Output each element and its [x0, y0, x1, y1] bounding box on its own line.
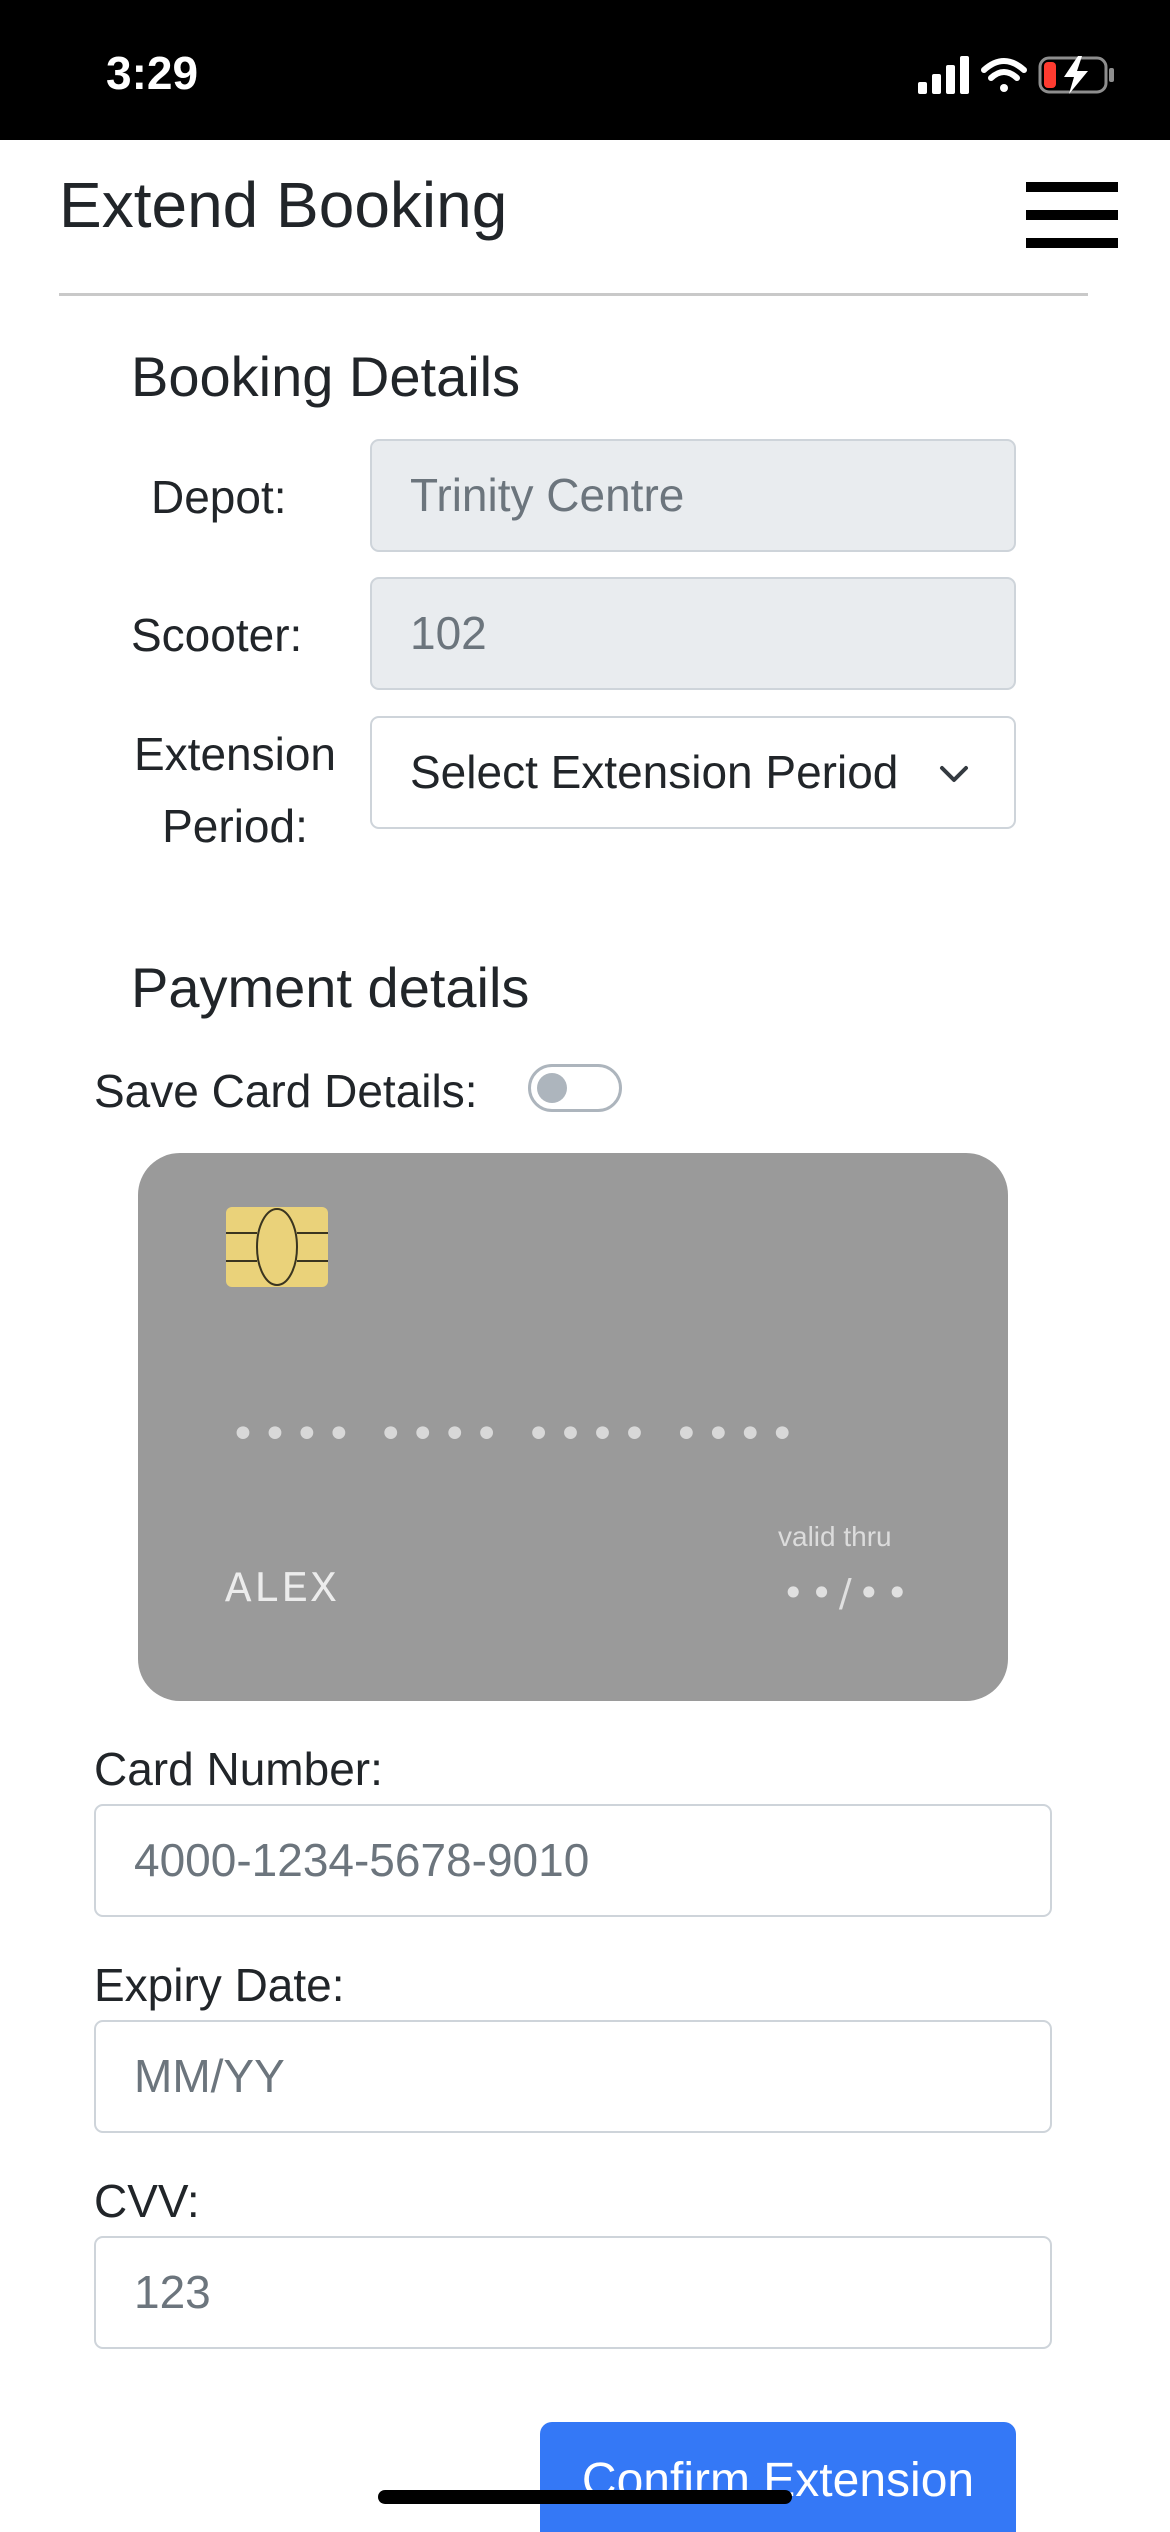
hamburger-bar — [1026, 238, 1118, 248]
home-indicator — [378, 2490, 792, 2504]
scooter-field: 102 — [370, 577, 1016, 690]
hamburger-bar — [1026, 182, 1118, 192]
status-bar: 3:29 — [0, 0, 1170, 140]
hamburger-bar — [1026, 210, 1118, 220]
cvv-placeholder: 123 — [134, 2266, 211, 2318]
hamburger-menu-icon[interactable] — [1026, 182, 1118, 248]
confirm-extension-button[interactable]: Confirm Extension — [540, 2422, 1016, 2532]
card-number-label: Card Number: — [94, 1743, 383, 1795]
payment-details-title: Payment details — [131, 956, 530, 1019]
card-number-mask: •••• •••• •••• •••• — [230, 1409, 802, 1460]
expiry-date-input[interactable]: MM/YY — [94, 2020, 1052, 2133]
toggle-knob — [537, 1073, 567, 1103]
status-icons — [918, 56, 1114, 94]
wifi-icon — [981, 58, 1027, 92]
cvv-label: CVV: — [94, 2175, 200, 2227]
card-chip-icon — [226, 1207, 328, 1287]
depot-label: Depot: — [151, 471, 287, 523]
card-holder-name: ALEX — [225, 1565, 339, 1615]
expiry-date-label: Expiry Date: — [94, 1959, 345, 2011]
extension-period-label-line1: Extension — [133, 728, 336, 780]
battery-charging-icon — [1038, 56, 1114, 94]
signal-icon — [918, 56, 969, 94]
extension-period-select[interactable]: Select Extension Period — [370, 716, 1016, 829]
extension-period-label-line2: Period: — [162, 800, 308, 852]
credit-card-preview: •••• •••• •••• •••• ALEX valid thru ••/•… — [138, 1153, 1008, 1701]
booking-details-title: Booking Details — [131, 345, 521, 408]
extension-period-select-value: Select Extension Period — [410, 746, 899, 798]
valid-thru-label: valid thru — [778, 1521, 892, 1552]
scooter-label: Scooter: — [131, 609, 303, 661]
expiry-date-placeholder: MM/YY — [134, 2050, 285, 2102]
page-title: Extend Booking — [59, 169, 508, 241]
cvv-input[interactable]: 123 — [94, 2236, 1052, 2349]
depot-field: Trinity Centre — [370, 439, 1016, 552]
save-card-toggle[interactable] — [528, 1064, 622, 1112]
card-number-placeholder: 4000-1234-5678-9010 — [134, 1834, 590, 1886]
card-expiry-mask: ••/•• — [782, 1571, 915, 1615]
status-time: 3:29 — [106, 47, 199, 99]
extension-period-label: Extension Period: — [126, 718, 344, 862]
card-number-input[interactable]: 4000-1234-5678-9010 — [94, 1804, 1052, 1917]
screen: 3:29 Extend Booking Booking Details Depo… — [0, 0, 1170, 2532]
save-card-label: Save Card Details: — [94, 1065, 478, 1117]
header-divider — [59, 293, 1088, 296]
chevron-down-icon — [940, 766, 968, 782]
